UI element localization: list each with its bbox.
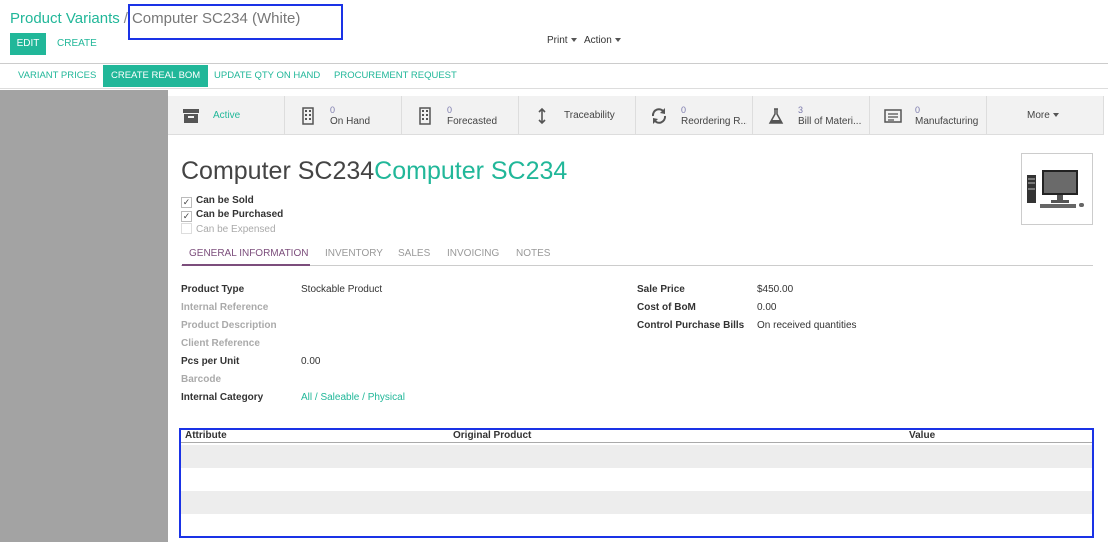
- smart-button-count: 0: [447, 105, 453, 115]
- checkbox-box: [181, 223, 192, 234]
- control-panel: Product Variants / Computer SC234 (White) …: [0, 0, 1108, 64]
- print-dropdown[interactable]: Print: [547, 35, 577, 46]
- product-image[interactable]: [1021, 153, 1093, 225]
- tab-sales[interactable]: SALES: [398, 248, 430, 259]
- can-be-purchased-checkbox[interactable]: ✓ Can be Purchased: [181, 209, 283, 222]
- flask-icon: [767, 107, 785, 125]
- can-be-sold-checkbox[interactable]: ✓ Can be Sold: [181, 195, 254, 208]
- button-box: Active 0 On Hand 0 Forecasted Traceabili…: [168, 96, 1108, 135]
- can-be-expensed-checkbox[interactable]: Can be Expensed: [181, 223, 276, 235]
- control-purchase-bills-label: Control Purchase Bills: [637, 320, 745, 331]
- smart-button-label: Bill of Materi...: [798, 116, 862, 127]
- smart-button-label: On Hand: [330, 116, 371, 127]
- create-real-bom-button[interactable]: CREATE REAL BOM: [103, 65, 209, 87]
- tab-inventory[interactable]: INVENTORY: [325, 248, 383, 259]
- more-label: More: [1027, 110, 1059, 121]
- active-toggle-button[interactable]: Active: [168, 96, 285, 135]
- archive-icon: [182, 107, 200, 125]
- checkbox-label: Can be Sold: [196, 195, 254, 206]
- variant-prices-button[interactable]: VARIANT PRICES: [10, 65, 104, 87]
- product-type-label: Product Type: [181, 284, 245, 295]
- cost-of-bom-label: Cost of BoM: [637, 302, 696, 313]
- checkbox-label: Can be Expensed: [196, 224, 276, 235]
- cost-of-bom-value: 0.00: [757, 302, 777, 313]
- tab-invoicing[interactable]: INVOICING: [447, 248, 499, 259]
- notebook-tabs: GENERAL INFORMATION INVENTORY SALES INVO…: [181, 245, 1093, 266]
- internal-category-label: Internal Category: [181, 392, 264, 403]
- manufacturing-button[interactable]: 0 Manufacturing: [870, 96, 987, 135]
- smart-button-count: 3: [798, 105, 804, 115]
- statusbar: VARIANT PRICES CREATE REAL BOM UPDATE QT…: [0, 65, 1108, 89]
- caret-down-icon: [1052, 113, 1059, 118]
- create-button[interactable]: CREATE: [50, 33, 104, 55]
- sidebar-backdrop: [0, 90, 168, 542]
- highlight-box-table: [179, 428, 1094, 538]
- refresh-icon: [650, 107, 668, 125]
- smart-button-label: Forecasted: [447, 116, 498, 127]
- computer-icon: [1027, 170, 1084, 208]
- caret-down-icon: [614, 38, 621, 43]
- building-icon: [299, 107, 317, 125]
- smart-button-count: 0: [330, 105, 336, 115]
- smart-button-label: Manufacturing: [915, 116, 979, 127]
- forecasted-button[interactable]: 0 Forecasted: [402, 96, 519, 135]
- reordering-rules-button[interactable]: 0 Reordering R...: [636, 96, 753, 135]
- product-title: Computer SC234Computer SC234: [181, 157, 567, 186]
- action-label: Action: [584, 35, 612, 46]
- smart-button-count: 0: [915, 105, 921, 115]
- tab-general-information[interactable]: GENERAL INFORMATION: [189, 248, 308, 259]
- internal-category-link[interactable]: All / Saleable / Physical: [301, 392, 405, 403]
- edit-button[interactable]: EDIT: [10, 33, 46, 55]
- on-hand-button[interactable]: 0 On Hand: [285, 96, 402, 135]
- pcs-per-unit-value: 0.00: [301, 356, 321, 367]
- procurement-request-button[interactable]: PROCUREMENT REQUEST: [326, 65, 465, 87]
- more-text: More: [1027, 110, 1050, 121]
- tab-notes[interactable]: NOTES: [516, 248, 550, 259]
- update-qty-button[interactable]: UPDATE QTY ON HAND: [206, 65, 328, 87]
- print-label: Print: [547, 35, 568, 46]
- pcs-per-unit-label: Pcs per Unit: [181, 356, 240, 367]
- variant-name: Computer SC234: [374, 157, 568, 185]
- sale-price-label: Sale Price: [637, 284, 685, 295]
- check-icon: ✓: [181, 211, 192, 222]
- traceability-button[interactable]: Traceability: [519, 96, 636, 135]
- client-reference-label: Client Reference: [181, 338, 260, 349]
- smart-button-label: Traceability: [564, 110, 615, 121]
- sale-price-value: $450.00: [757, 284, 794, 295]
- list-icon: [884, 107, 902, 125]
- active-tab-indicator: [182, 264, 310, 266]
- breadcrumb-parent-link[interactable]: Product Variants: [10, 10, 120, 27]
- control-purchase-bills-value: On received quantities: [757, 320, 857, 331]
- building-icon: [416, 107, 434, 125]
- barcode-label: Barcode: [181, 374, 222, 385]
- highlight-box-title: [128, 4, 343, 40]
- checkbox-label: Can be Purchased: [196, 209, 284, 220]
- action-dropdown[interactable]: Action: [584, 35, 621, 46]
- smart-button-count: 0: [681, 105, 687, 115]
- product-name: Computer SC234: [181, 157, 375, 185]
- smart-button-label: Active: [213, 110, 241, 121]
- caret-down-icon: [570, 38, 577, 43]
- smart-button-label: Reordering R...: [681, 116, 747, 127]
- arrows-vertical-icon: [533, 107, 551, 125]
- bill-of-materials-button[interactable]: 3 Bill of Materi...: [753, 96, 870, 135]
- check-icon: ✓: [181, 197, 192, 208]
- more-button[interactable]: More: [987, 96, 1104, 135]
- internal-reference-label: Internal Reference: [181, 302, 269, 313]
- product-description-label: Product Description: [181, 320, 277, 331]
- product-type-value: Stockable Product: [301, 284, 383, 295]
